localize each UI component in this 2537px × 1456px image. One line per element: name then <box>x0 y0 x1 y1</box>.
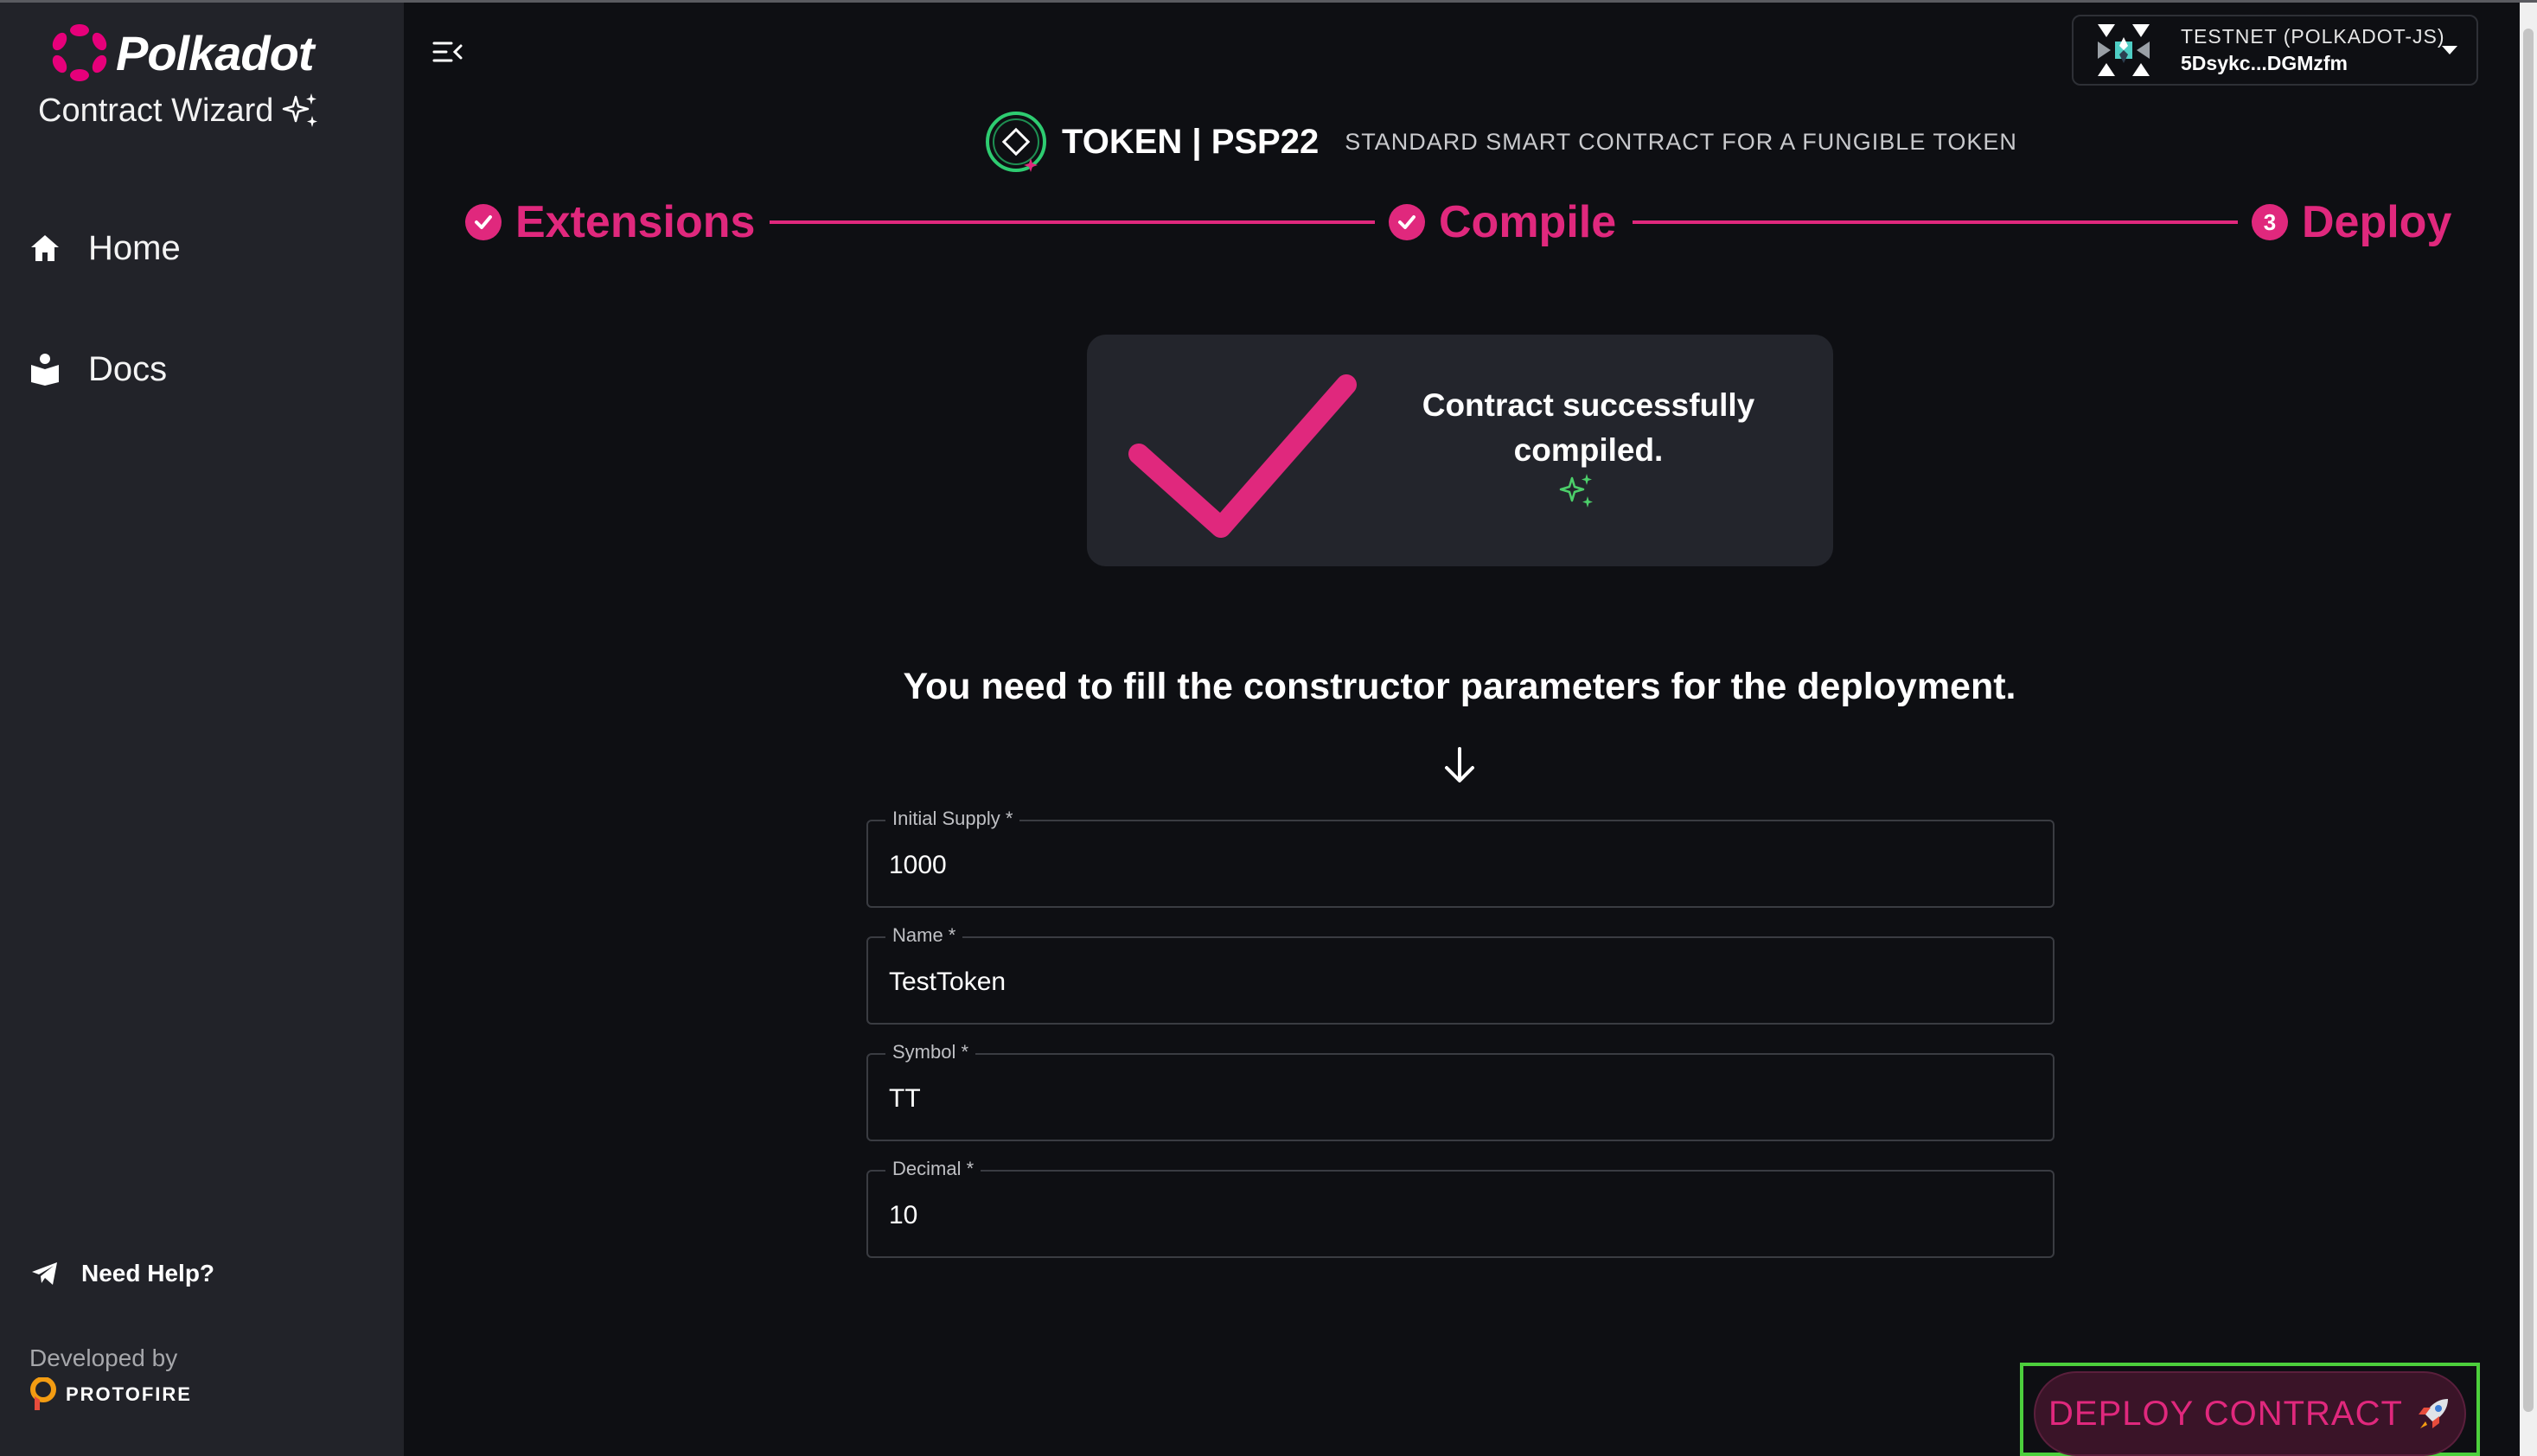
step-extensions-label: Extensions <box>515 197 756 247</box>
home-icon <box>26 229 64 267</box>
step-number-badge: 3 <box>2252 204 2288 240</box>
step-deploy[interactable]: 3 Deploy <box>2252 192 2451 252</box>
decimal-input[interactable] <box>889 1196 2030 1236</box>
nav-home[interactable]: Home <box>26 220 181 276</box>
app-subtitle-text: Contract Wizard <box>38 92 274 129</box>
large-checkmark-icon <box>1128 374 1357 538</box>
protofire-logo[interactable]: PROTOFIRE <box>29 1377 192 1412</box>
step-deploy-label: Deploy <box>2302 197 2452 247</box>
decimal-field: Decimal * <box>866 1158 2055 1258</box>
collapse-sidebar-button[interactable] <box>429 33 467 71</box>
brand[interactable]: Polkadot <box>50 23 314 82</box>
menu-collapse-icon <box>432 42 463 62</box>
polkadot-logo-icon <box>52 24 107 81</box>
wallet-network: TESTNET (POLKADOT-JS) <box>2181 25 2445 48</box>
step-compile[interactable]: Compile <box>1389 192 1616 252</box>
nav-docs-label: Docs <box>88 349 168 388</box>
scrollbar[interactable] <box>2520 3 2537 1456</box>
check-circle-icon <box>465 204 502 240</box>
name-input[interactable] <box>889 962 2030 1002</box>
protofire-name: PROTOFIRE <box>66 1383 192 1405</box>
need-help-label: Need Help? <box>81 1260 215 1287</box>
app-subtitle: Contract Wizard <box>38 89 320 132</box>
sidebar: Polkadot Contract Wizard Home Docs Need … <box>0 3 404 1456</box>
step-connector <box>1633 220 2238 224</box>
success-message: Contract successfully compiled. <box>1422 387 1755 468</box>
initial-supply-label: Initial Supply * <box>885 808 1020 830</box>
account-identicon-icon <box>2098 24 2150 76</box>
token-title: TOKEN | PSP22 <box>1062 122 1320 161</box>
decimal-label: Decimal * <box>885 1158 981 1180</box>
symbol-label: Symbol * <box>885 1041 976 1063</box>
compile-success-card: Contract successfully compiled. <box>1087 335 1833 566</box>
telegram-icon <box>31 1261 59 1286</box>
wallet-address: 5Dsykc...DGMzfm <box>2181 52 2348 74</box>
developed-by-label: Developed by <box>29 1344 178 1371</box>
arrow-down-icon <box>1445 747 1474 782</box>
token-header: TOKEN | PSP22 STANDARD SMART CONTRACT FO… <box>982 107 2017 176</box>
instruction-text: You need to fill the constructor paramet… <box>903 666 2016 707</box>
step-extensions[interactable]: Extensions <box>465 192 755 252</box>
scrollbar-thumb[interactable] <box>2523 29 2534 1412</box>
token-subtitle: STANDARD SMART CONTRACT FOR A FUNGIBLE T… <box>1345 128 2017 155</box>
token-logo-icon <box>986 112 1046 172</box>
step-connector <box>770 220 1375 224</box>
chevron-down-icon <box>2442 46 2457 54</box>
initial-supply-field: Initial Supply * <box>866 808 2055 908</box>
nav-home-label: Home <box>88 228 181 267</box>
symbol-input[interactable] <box>889 1079 2030 1119</box>
wallet-selector[interactable]: TESTNET (POLKADOT-JS) 5Dsykc...DGMzfm <box>2072 15 2478 86</box>
initial-supply-input[interactable] <box>889 846 2030 885</box>
sparkle-icon <box>283 93 318 127</box>
check-circle-icon <box>1389 204 1425 240</box>
deployment-stepper: Extensions Compile 3 Deploy <box>465 192 2454 252</box>
sparkle-icon <box>1559 474 1593 508</box>
nav-docs[interactable]: Docs <box>26 342 167 397</box>
name-field: Name * <box>866 924 2055 1025</box>
deploy-contract-label: DEPLOY CONTRACT <box>2048 1394 2403 1433</box>
name-label: Name * <box>885 924 963 947</box>
symbol-field: Symbol * <box>866 1041 2055 1141</box>
docs-icon <box>26 350 64 388</box>
protofire-icon <box>30 1377 56 1410</box>
need-help-link[interactable]: Need Help? <box>31 1253 214 1294</box>
deploy-contract-button[interactable]: DEPLOY CONTRACT <box>2034 1371 2466 1456</box>
brand-name: Polkadot <box>116 25 314 80</box>
rocket-icon <box>2418 1399 2448 1428</box>
step-compile-label: Compile <box>1439 197 1617 247</box>
